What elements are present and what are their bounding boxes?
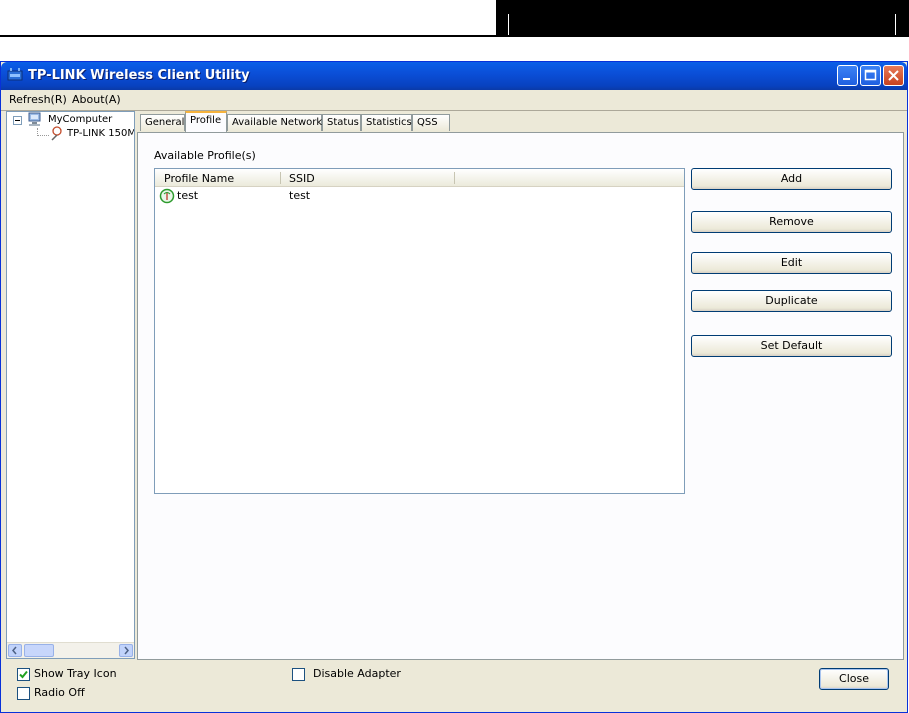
- maximize-button[interactable]: [860, 65, 881, 86]
- profile-list-header: Profile Name SSID: [155, 169, 684, 187]
- header-rule: [0, 35, 909, 37]
- show-tray-icon-label[interactable]: Show Tray Icon: [34, 667, 117, 680]
- duplicate-button[interactable]: Duplicate: [691, 290, 892, 312]
- app-window: TP-LINK Wireless Client Utility Refresh(…: [0, 61, 908, 713]
- header-tick: [508, 14, 509, 35]
- tab-status[interactable]: Status: [322, 114, 361, 131]
- minimize-icon: [843, 78, 850, 80]
- tab-profile[interactable]: Profile: [185, 111, 227, 132]
- menu-refresh[interactable]: Refresh(R): [9, 93, 67, 106]
- title-bar[interactable]: TP-LINK Wireless Client Utility: [1, 62, 907, 90]
- document-header-bar: [0, 0, 909, 37]
- scroll-left-button[interactable]: [8, 644, 22, 657]
- tree-node-mycomputer[interactable]: MyComputer: [48, 114, 112, 125]
- column-divider[interactable]: [454, 172, 455, 184]
- add-button[interactable]: Add: [691, 168, 892, 190]
- remove-button[interactable]: Remove: [691, 211, 892, 233]
- radio-off-checkbox[interactable]: [17, 687, 30, 700]
- checkmark-icon: [19, 670, 28, 679]
- wireless-app-icon: [7, 68, 23, 81]
- show-tray-icon-checkbox[interactable]: [17, 668, 30, 681]
- menu-bar: Refresh(R) About(A): [1, 90, 907, 111]
- header-tick: [895, 14, 896, 35]
- set-default-button[interactable]: Set Default: [691, 335, 892, 357]
- device-tree: MyComputer TP-LINK 150M: [6, 111, 135, 659]
- scroll-right-button[interactable]: [119, 644, 133, 657]
- tab-statistics[interactable]: Statistics: [361, 114, 412, 131]
- column-header-profile-name[interactable]: Profile Name: [164, 172, 234, 185]
- tree-line: [37, 135, 49, 137]
- chevron-right-icon: [124, 646, 129, 655]
- profile-ssid-cell: test: [289, 189, 311, 202]
- column-divider[interactable]: [280, 172, 281, 184]
- header-black-block: [496, 0, 909, 35]
- computer-icon: [28, 112, 41, 126]
- profile-active-icon: [159, 188, 175, 204]
- edit-button[interactable]: Edit: [691, 252, 892, 274]
- tab-general[interactable]: General: [140, 114, 185, 131]
- column-header-ssid[interactable]: SSID: [289, 172, 315, 185]
- disable-adapter-label[interactable]: Disable Adapter: [313, 667, 401, 680]
- collapse-icon[interactable]: [13, 116, 22, 125]
- profile-panel: Available Profile(s) Profile Name SSID t…: [137, 132, 904, 660]
- close-icon: [888, 70, 899, 81]
- profile-name-cell: test: [177, 189, 199, 202]
- wireless-adapter-icon: [51, 126, 62, 141]
- disable-adapter-checkbox[interactable]: [292, 668, 305, 681]
- profile-list[interactable]: Profile Name SSID test test: [154, 168, 685, 494]
- tree-node-adapter[interactable]: TP-LINK 150M: [67, 128, 134, 139]
- tab-available-network[interactable]: Available Network: [227, 114, 322, 131]
- close-button[interactable]: Close: [819, 668, 889, 690]
- tab-qss[interactable]: QSS: [412, 114, 450, 131]
- scroll-thumb[interactable]: [24, 644, 54, 657]
- minimize-button[interactable]: [837, 65, 858, 86]
- maximize-icon: [864, 69, 877, 81]
- tree-horizontal-scrollbar[interactable]: [7, 642, 134, 658]
- window-title: TP-LINK Wireless Client Utility: [28, 68, 250, 83]
- profile-row[interactable]: test test: [155, 187, 684, 205]
- available-profiles-label: Available Profile(s): [154, 149, 256, 162]
- radio-off-label[interactable]: Radio Off: [34, 686, 85, 699]
- chevron-left-icon: [12, 646, 17, 655]
- close-window-button[interactable]: [883, 65, 904, 86]
- menu-about[interactable]: About(A): [72, 93, 121, 106]
